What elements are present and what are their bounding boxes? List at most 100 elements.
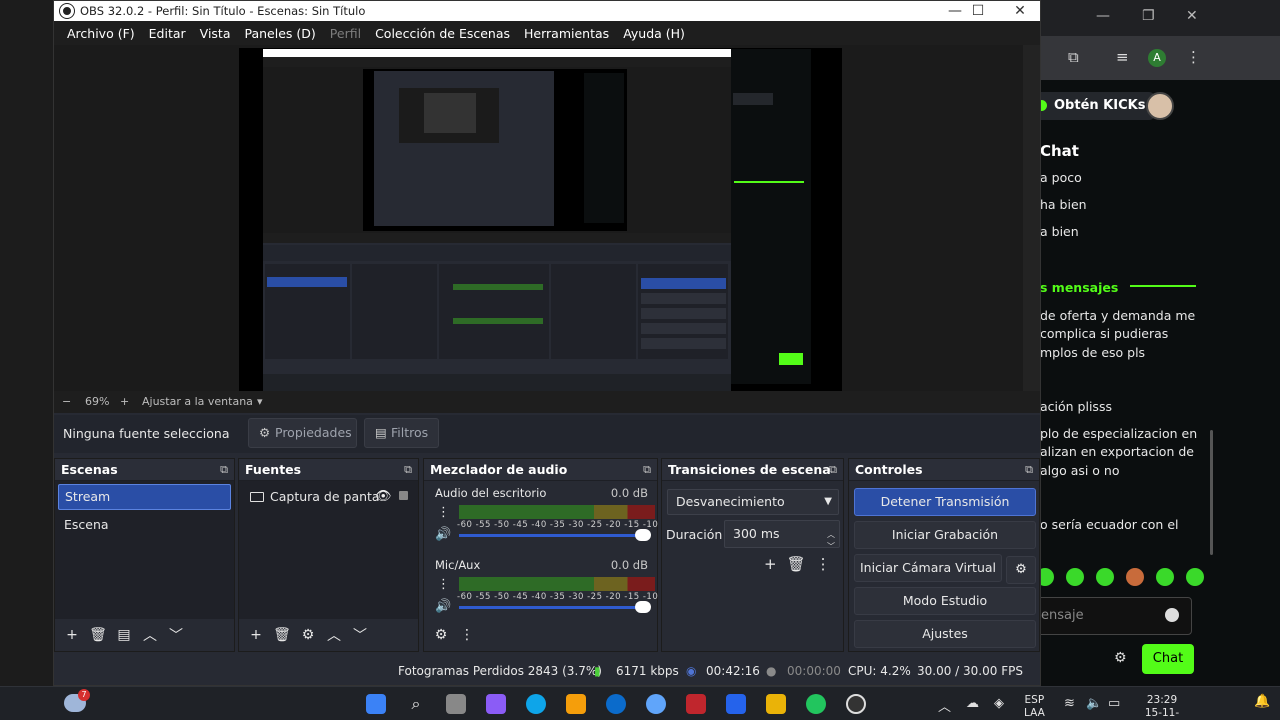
close-icon[interactable]: ✕ <box>999 1 1041 21</box>
duration-input[interactable]: 300 ms ︿ ﹀ <box>724 520 840 551</box>
media-control-icon[interactable]: ≡ <box>1116 48 1129 66</box>
obs-taskbar-icon[interactable] <box>846 694 866 714</box>
start-icon[interactable] <box>366 694 386 714</box>
notifications-icon[interactable]: 🔔 <box>1254 694 1270 709</box>
minimize-icon[interactable]: — <box>1096 8 1110 24</box>
menu-view[interactable]: Vista <box>193 26 238 41</box>
emote-icon[interactable] <box>1096 568 1114 586</box>
add-source-button[interactable]: + <box>245 627 267 643</box>
properties-button[interactable]: ⚙ Propiedades <box>248 418 357 448</box>
undock-icon[interactable]: ⧉ <box>1025 459 1033 481</box>
user-avatar[interactable] <box>1146 92 1174 120</box>
restore-icon[interactable]: ❐ <box>1142 8 1155 24</box>
preview-scrollbar[interactable] <box>1023 45 1040 391</box>
more-menu-icon[interactable]: ⋮ <box>1186 48 1201 66</box>
undock-icon[interactable]: ⧉ <box>829 459 837 481</box>
studio-mode-button[interactable]: Modo Estudio <box>854 587 1036 615</box>
transition-menu-icon[interactable]: ⋮ <box>816 555 831 573</box>
scene-filters-button[interactable]: ▤ <box>113 627 135 643</box>
source-item[interactable]: Captura de panta 👁 <box>242 484 415 510</box>
transition-select[interactable]: Desvanecimiento ▼ <box>667 489 839 515</box>
cloud-icon[interactable]: ☁ <box>966 696 979 711</box>
move-down-button[interactable]: ﹀ <box>165 625 187 645</box>
add-transition-button[interactable]: + <box>764 555 777 573</box>
emote-icon[interactable] <box>1156 568 1174 586</box>
filters-button[interactable]: ▤ Filtros <box>364 418 439 448</box>
chevron-up-icon[interactable]: ︿ <box>938 696 951 715</box>
chat-send-button[interactable]: Chat <box>1142 644 1194 674</box>
input-language[interactable]: ESP LAA <box>1024 694 1045 720</box>
remove-scene-button[interactable]: 🗑 <box>87 627 109 643</box>
speaker-icon[interactable]: 🔊 <box>435 527 451 542</box>
chevron-down-icon[interactable]: ▾ <box>257 395 263 408</box>
speaker-icon[interactable]: 🔊 <box>435 599 451 614</box>
wifi-icon[interactable]: ≋ <box>1064 696 1075 711</box>
copilot-icon[interactable] <box>486 694 506 714</box>
menu-file[interactable]: Archivo (F) <box>60 26 142 41</box>
remove-source-button[interactable]: 🗑 <box>271 627 293 643</box>
scene-item-stream[interactable]: Stream <box>58 484 231 510</box>
preview-canvas[interactable] <box>239 48 842 391</box>
menu-tools[interactable]: Herramientas <box>517 26 616 41</box>
volume-icon[interactable]: 🔈 <box>1086 696 1102 711</box>
move-down-button[interactable]: ﹀ <box>349 625 371 645</box>
channel-menu-icon[interactable]: ⋮ <box>437 505 450 520</box>
undock-icon[interactable]: ⧉ <box>643 459 651 481</box>
move-up-button[interactable]: ︿ <box>139 625 161 645</box>
mixer-menu-icon[interactable]: ⋮ <box>456 627 478 643</box>
source-properties-button[interactable]: ⚙ <box>297 627 319 643</box>
channel-menu-icon[interactable]: ⋮ <box>437 577 450 592</box>
menu-help[interactable]: Ayuda (H) <box>616 26 692 41</box>
lock-icon[interactable] <box>399 491 408 500</box>
undock-icon[interactable]: ⧉ <box>220 459 228 481</box>
volume-slider-handle[interactable] <box>635 529 651 541</box>
mail-icon[interactable] <box>726 694 746 714</box>
battery-icon[interactable]: ▭ <box>1108 696 1120 711</box>
fit-window-label[interactable]: Ajustar a la ventana <box>142 395 253 408</box>
file-explorer-icon[interactable] <box>766 694 786 714</box>
move-up-button[interactable]: ︿ <box>323 625 345 645</box>
start-recording-button[interactable]: Iniciar Grabación <box>854 521 1036 549</box>
menu-docks[interactable]: Paneles (D) <box>238 26 323 41</box>
settings-button[interactable]: Ajustes <box>854 620 1036 648</box>
profile-avatar[interactable]: A <box>1148 49 1166 67</box>
chat-settings-icon[interactable]: ⚙ <box>1114 650 1127 666</box>
zoom-in-button[interactable]: + <box>120 395 129 408</box>
eye-icon[interactable]: 👁 <box>375 484 392 510</box>
menu-edit[interactable]: Editar <box>142 26 193 41</box>
maximize-icon[interactable]: ☐ <box>957 1 999 21</box>
preview-area[interactable] <box>54 45 1040 391</box>
help-icon[interactable] <box>646 694 666 714</box>
undock-icon[interactable]: ⧉ <box>404 459 412 481</box>
zoom-out-button[interactable]: − <box>62 395 71 408</box>
emoji-picker-icon[interactable] <box>1165 608 1179 622</box>
emote-icon[interactable] <box>1126 568 1144 586</box>
edge-icon[interactable] <box>526 694 546 714</box>
scene-item-escena[interactable]: Escena <box>58 513 231 539</box>
virtual-camera-settings-icon[interactable]: ⚙ <box>1006 556 1036 584</box>
remove-transition-button[interactable]: 🗑 <box>787 555 806 573</box>
get-kicks-button[interactable]: Obtén KICKs <box>1034 92 1156 120</box>
volume-slider[interactable] <box>459 534 649 537</box>
emote-icon[interactable] <box>1066 568 1084 586</box>
add-scene-button[interactable]: + <box>61 627 83 643</box>
volume-slider[interactable] <box>459 606 649 609</box>
stop-streaming-button[interactable]: Detener Transmisión <box>854 488 1036 516</box>
emote-icon[interactable] <box>1186 568 1204 586</box>
chat-message-input[interactable]: ensaje <box>1030 597 1192 635</box>
clock[interactable]: 23:29 15-11-2025 <box>1132 694 1192 720</box>
chat-scrollbar[interactable] <box>1210 430 1213 555</box>
close-icon[interactable]: ✕ <box>1186 8 1198 24</box>
menu-profile[interactable]: Perfil <box>323 26 368 41</box>
advanced-audio-icon[interactable]: ⚙ <box>430 627 452 643</box>
store-icon[interactable] <box>566 694 586 714</box>
extensions-icon[interactable]: ⧉ <box>1068 48 1079 66</box>
app-tray-icon[interactable]: ◈ <box>994 696 1004 711</box>
start-virtual-camera-button[interactable]: Iniciar Cámara Virtual <box>854 554 1002 582</box>
hp-icon[interactable] <box>606 694 626 714</box>
mcafee-icon[interactable] <box>686 694 706 714</box>
chrome-icon[interactable] <box>806 694 826 714</box>
task-view-icon[interactable] <box>446 694 466 714</box>
volume-slider-handle[interactable] <box>635 601 651 613</box>
menu-scene-collection[interactable]: Colección de Escenas <box>368 26 517 41</box>
